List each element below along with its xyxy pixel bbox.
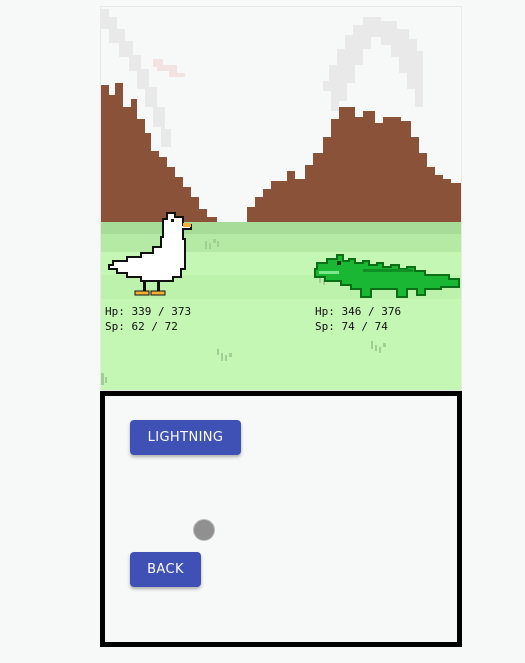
enemy-stats: Hp: 346 / 376 Sp: 74 / 74 (315, 304, 401, 334)
player-hp-text: Hp: 339 / 373 (105, 305, 192, 318)
right-mountain (247, 107, 461, 223)
enemy-sp-text: Sp: 74 / 74 (315, 320, 388, 333)
action-menu: LIGHTNING BACK (100, 391, 462, 647)
enemy-hp-text: Hp: 346 / 376 (315, 305, 402, 318)
player-sp-text: Sp: 62 / 72 (105, 320, 178, 333)
grass-band-far (101, 222, 461, 234)
right-snow (323, 17, 423, 111)
cursor-indicator (193, 519, 215, 541)
lightning-button[interactable]: LIGHTNING (130, 420, 241, 455)
battle-scene: Hp: 339 / 373 Sp: 62 / 72 Hp: 346 / 376 … (100, 6, 462, 391)
left-mountain (101, 83, 217, 223)
small-cloud (153, 59, 185, 77)
player-stats: Hp: 339 / 373 Sp: 62 / 72 (105, 304, 191, 334)
back-button[interactable]: BACK (130, 552, 201, 587)
